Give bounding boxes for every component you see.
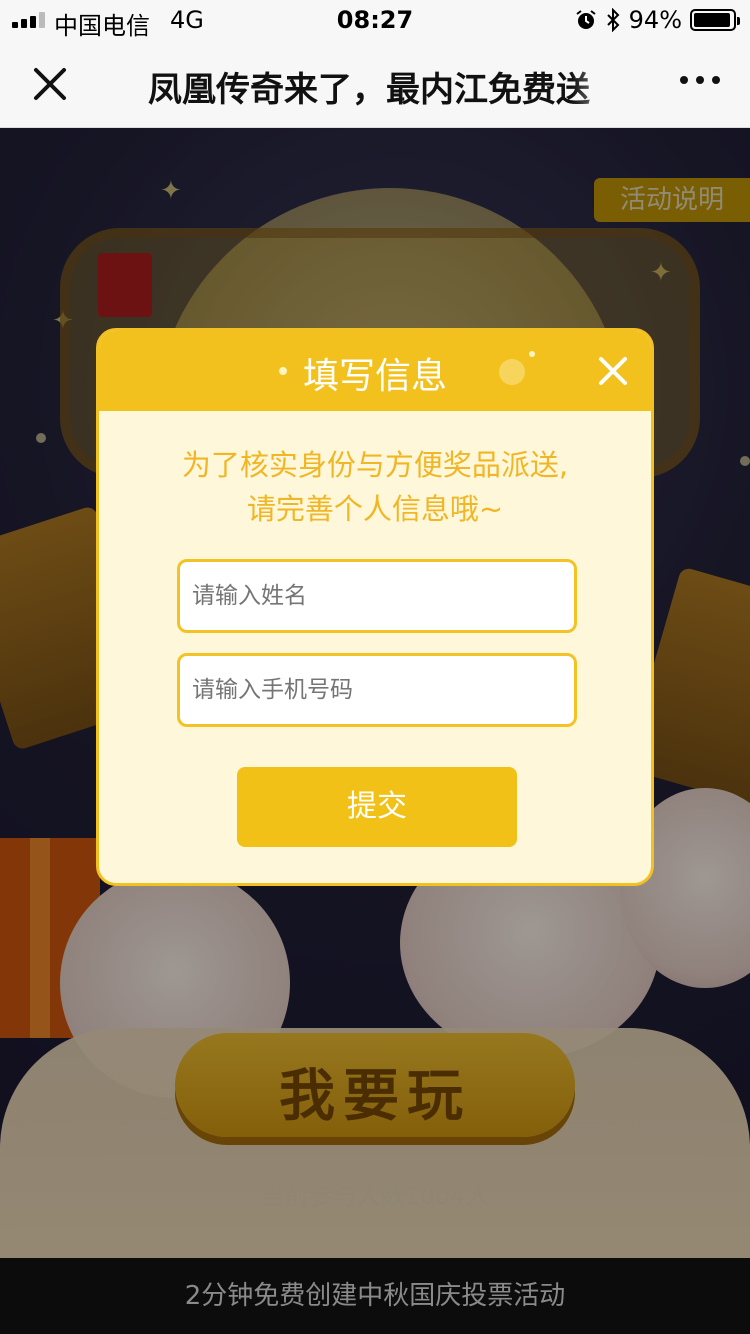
dialog-close-icon[interactable] [593,351,633,391]
battery-fill [694,13,730,27]
dialog-message: 为了核实身份与方便奖品派送, 请完善个人信息哦~ [99,443,651,531]
name-input[interactable] [177,559,577,633]
page-title: 凤凰传奇来了，最内江免费送 [148,62,632,111]
alarm-icon [576,10,596,29]
dialog-title: 填写信息 [302,356,447,397]
submit-button[interactable]: 提交 [237,767,517,847]
close-icon[interactable] [28,62,72,106]
battery-icon [690,9,740,31]
battery-percent: 94% [628,6,682,34]
dialog-message-line2: 请完善个人信息哦~ [246,492,504,526]
status-right: 94% [575,6,740,34]
bluetooth-icon [606,8,620,32]
nav-bar: 凤凰传奇来了，最内江免费送 [0,40,750,128]
phone-input[interactable] [177,653,577,727]
dialog-header: 填写信息 [99,331,651,411]
info-dialog: 填写信息 为了核实身份与方便奖品派送, 请完善个人信息哦~ 提交 [96,328,654,886]
footer-banner[interactable]: 2分钟免费创建中秋国庆投票活动 [0,1258,750,1334]
dialog-message-line1: 为了核实身份与方便奖品派送, [181,448,569,482]
more-icon[interactable] [680,76,720,84]
status-bar: 中国电信 4G 08:27 94% [0,0,750,40]
